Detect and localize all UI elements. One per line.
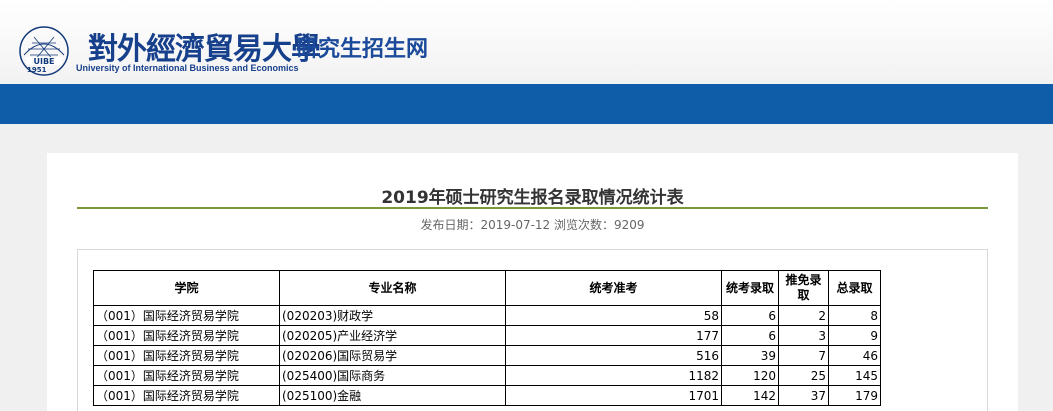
cell-major: (020206)国际贸易学	[279, 345, 506, 366]
cell-exam-admitted: 142	[721, 385, 779, 406]
site-name[interactable]: 研究生招生网	[296, 31, 428, 63]
cell-exam-applicants: 516	[505, 345, 722, 366]
cell-college: （001）国际经济贸易学院	[93, 365, 280, 386]
cell-total-admitted: 8	[828, 305, 881, 326]
cell-total-admitted: 145	[828, 365, 881, 386]
cell-college: （001）国际经济贸易学院	[93, 345, 280, 366]
col-header-exam-admitted: 统考录取	[721, 270, 779, 306]
cell-college: （001）国际经济贸易学院	[93, 325, 280, 346]
logo-year: 1951	[27, 66, 47, 74]
table-row: （001）国际经济贸易学院 (025100)金融 1701 142 37 179	[93, 385, 881, 406]
page-title: 2019年硕士研究生报名录取情况统计表	[381, 188, 684, 208]
cell-total-admitted: 46	[828, 345, 881, 366]
cell-exam-applicants: 1701	[505, 385, 722, 406]
table-row: （001）国际经济贸易学院 (020205)产业经济学 177 6 3 9	[93, 325, 881, 346]
cell-recommended-admitted: 2	[778, 305, 829, 326]
cell-exam-applicants: 177	[505, 325, 722, 346]
cell-major: (020203)财政学	[279, 305, 506, 326]
cell-total-admitted: 179	[828, 385, 881, 406]
cell-exam-admitted: 6	[721, 325, 779, 346]
table-row: （001）国际经济贸易学院 (020203)财政学 58 6 2 8	[93, 305, 881, 326]
cell-major: (025100)金融	[279, 385, 506, 406]
col-header-exam-applicants: 统考准考	[505, 270, 722, 306]
university-name-en[interactable]: University of International Business and…	[76, 63, 299, 73]
col-header-recommended-admitted: 推免录取	[778, 270, 829, 306]
cell-exam-applicants: 58	[505, 305, 722, 326]
cell-major: (020205)产业经济学	[279, 325, 506, 346]
cell-exam-admitted: 39	[721, 345, 779, 366]
cell-college: （001）国际经济贸易学院	[93, 305, 280, 326]
cell-recommended-admitted: 37	[778, 385, 829, 406]
svg-text:UIBE: UIBE	[33, 57, 54, 66]
university-name-cn[interactable]: 對外經濟貿易大學	[88, 24, 321, 68]
table-row: （001）国际经济贸易学院 (020206)国际贸易学 516 39 7 46	[93, 345, 881, 366]
table-header-row: 学院 专业名称 统考准考 统考录取 推免录取 总录取	[93, 270, 881, 306]
cell-college: （001）国际经济贸易学院	[93, 385, 280, 406]
col-header-total-admitted: 总录取	[828, 270, 881, 306]
table-row: （001）国际经济贸易学院 (025400)国际商务 1182 120 25 1…	[93, 365, 881, 386]
col-header-major: 专业名称	[279, 270, 506, 306]
cell-recommended-admitted: 25	[778, 365, 829, 386]
admission-stats-table: 学院 专业名称 统考准考 统考录取 推免录取 总录取 （001）国际经济贸易学院…	[93, 270, 881, 406]
site-header: UIBE 1951 對外經濟貿易大學 University of Interna…	[0, 0, 1053, 84]
cell-major: (025400)国际商务	[279, 365, 506, 386]
cell-exam-admitted: 120	[721, 365, 779, 386]
cell-exam-applicants: 1182	[505, 365, 722, 386]
cell-exam-admitted: 6	[721, 305, 779, 326]
cell-total-admitted: 9	[828, 325, 881, 346]
article-meta: 发布日期：2019-07-12 浏览次数：9209	[420, 218, 645, 232]
cell-recommended-admitted: 7	[778, 345, 829, 366]
main-nav-bar	[0, 84, 1053, 124]
title-divider	[77, 207, 988, 209]
cell-recommended-admitted: 3	[778, 325, 829, 346]
article-panel: 2019年硕士研究生报名录取情况统计表 发布日期：2019-07-12 浏览次数…	[47, 153, 1018, 411]
col-header-college: 学院	[93, 270, 280, 306]
table-container: 学院 专业名称 统考准考 统考录取 推免录取 总录取 （001）国际经济贸易学院…	[77, 249, 988, 411]
